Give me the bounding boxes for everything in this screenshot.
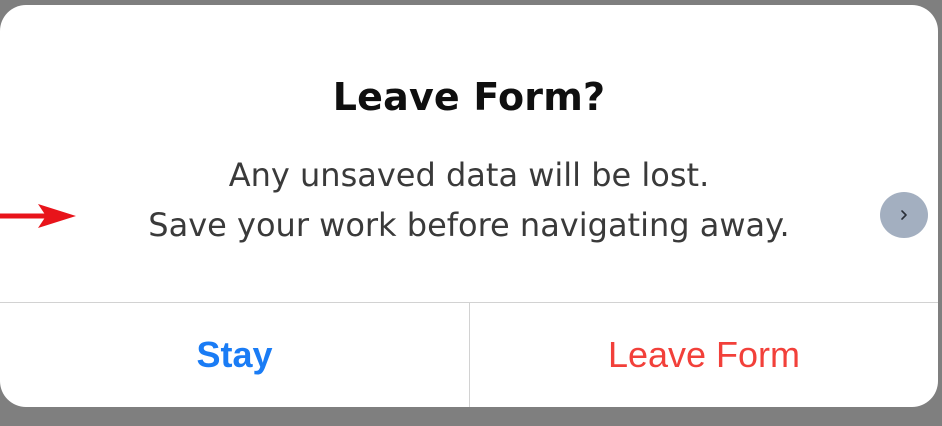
dialog-message-line-2: Save your work before navigating away. (148, 206, 790, 244)
red-arrow-icon (0, 204, 76, 228)
dialog-message: Any unsaved data will be lost. Save your… (0, 150, 938, 250)
dialog-message-line-1: Any unsaved data will be lost. (228, 156, 710, 194)
next-button[interactable] (880, 192, 928, 238)
stay-button[interactable]: Stay (0, 303, 469, 407)
dialog-title: Leave Form? (332, 75, 606, 119)
chevron-right-icon (901, 210, 907, 220)
leave-form-dialog: Leave Form? Any unsaved data will be los… (0, 5, 938, 407)
leave-form-button[interactable]: Leave Form (470, 303, 938, 407)
